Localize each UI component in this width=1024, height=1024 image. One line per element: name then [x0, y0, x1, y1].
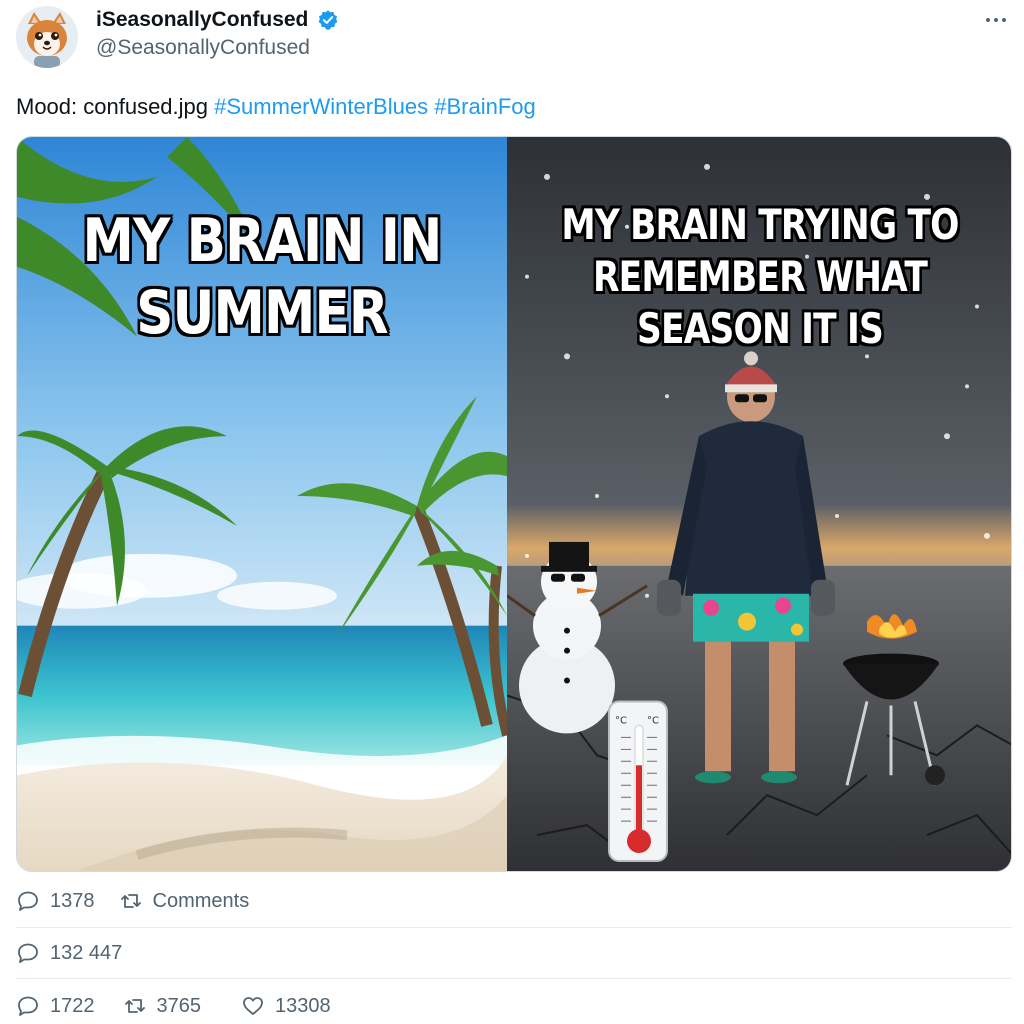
reply-button[interactable]: 1722: [16, 994, 95, 1018]
display-name[interactable]: iSeasonallyConfused: [96, 8, 308, 32]
reply-icon: [18, 943, 38, 963]
like-button[interactable]: 13308: [241, 994, 331, 1018]
user-handle[interactable]: @SeasonallyConfused: [96, 36, 339, 60]
meme-panel-summer: MY BRAIN IN SUMMER: [17, 137, 507, 871]
more-options-icon[interactable]: [982, 10, 1010, 30]
tweet-header: iSeasonallyConfused @SeasonallyConfused: [14, 4, 1010, 70]
reply-icon: [18, 891, 38, 911]
thermometer-label-left: °C: [615, 715, 627, 726]
divider: [16, 927, 1012, 928]
retweet-icon: [124, 999, 145, 1013]
verified-badge-icon: [317, 9, 339, 31]
divider: [16, 978, 1012, 979]
retweet-button[interactable]: Comments: [119, 889, 250, 913]
meme-caption-right: MY BRAIN TRYING TO REMEMBER WHAT SEASON …: [561, 200, 959, 353]
reply-count: 132 447: [50, 941, 123, 964]
hashtag-summerwinterblues[interactable]: #SummerWinterBlues: [214, 94, 428, 119]
reply-button[interactable]: 1378: [16, 889, 95, 913]
retweet-icon: [120, 894, 141, 908]
thermometer-label-right: °C: [647, 715, 659, 726]
reply-button[interactable]: 132 447: [16, 941, 122, 965]
avatar[interactable]: [16, 6, 78, 68]
reply-count: 1722: [50, 994, 95, 1017]
stats-row-1: 1378 Comments: [16, 886, 273, 916]
like-count: 13308: [275, 994, 331, 1017]
stats-row-3: 1722 3765 13308: [16, 991, 355, 1021]
tweet-text-body: Mood: confused.jpg: [16, 94, 215, 119]
hashtag-brainfog[interactable]: #BrainFog: [434, 94, 536, 119]
heart-icon: [243, 997, 263, 1015]
stats-row-2: 132 447: [16, 938, 146, 968]
reply-count: 1378: [50, 889, 95, 912]
tweet-media-image[interactable]: MY BRAIN IN SUMMER °C °C MY BRAIN TRYING…: [16, 136, 1012, 872]
retweet-count: 3765: [156, 994, 202, 1017]
shiba-dog-avatar-icon: [16, 6, 78, 68]
retweet-button[interactable]: 3765: [123, 994, 202, 1018]
retweet-label: Comments: [152, 889, 250, 912]
meme-panel-confused: °C °C MY BRAIN TRYING TO REMEMBER WHAT S…: [507, 137, 1011, 871]
tweet-text: Mood: confused.jpg #SummerWinterBlues #B…: [16, 94, 536, 120]
reply-icon: [18, 996, 38, 1016]
meme-caption-left: MY BRAIN IN SUMMER: [82, 206, 443, 348]
